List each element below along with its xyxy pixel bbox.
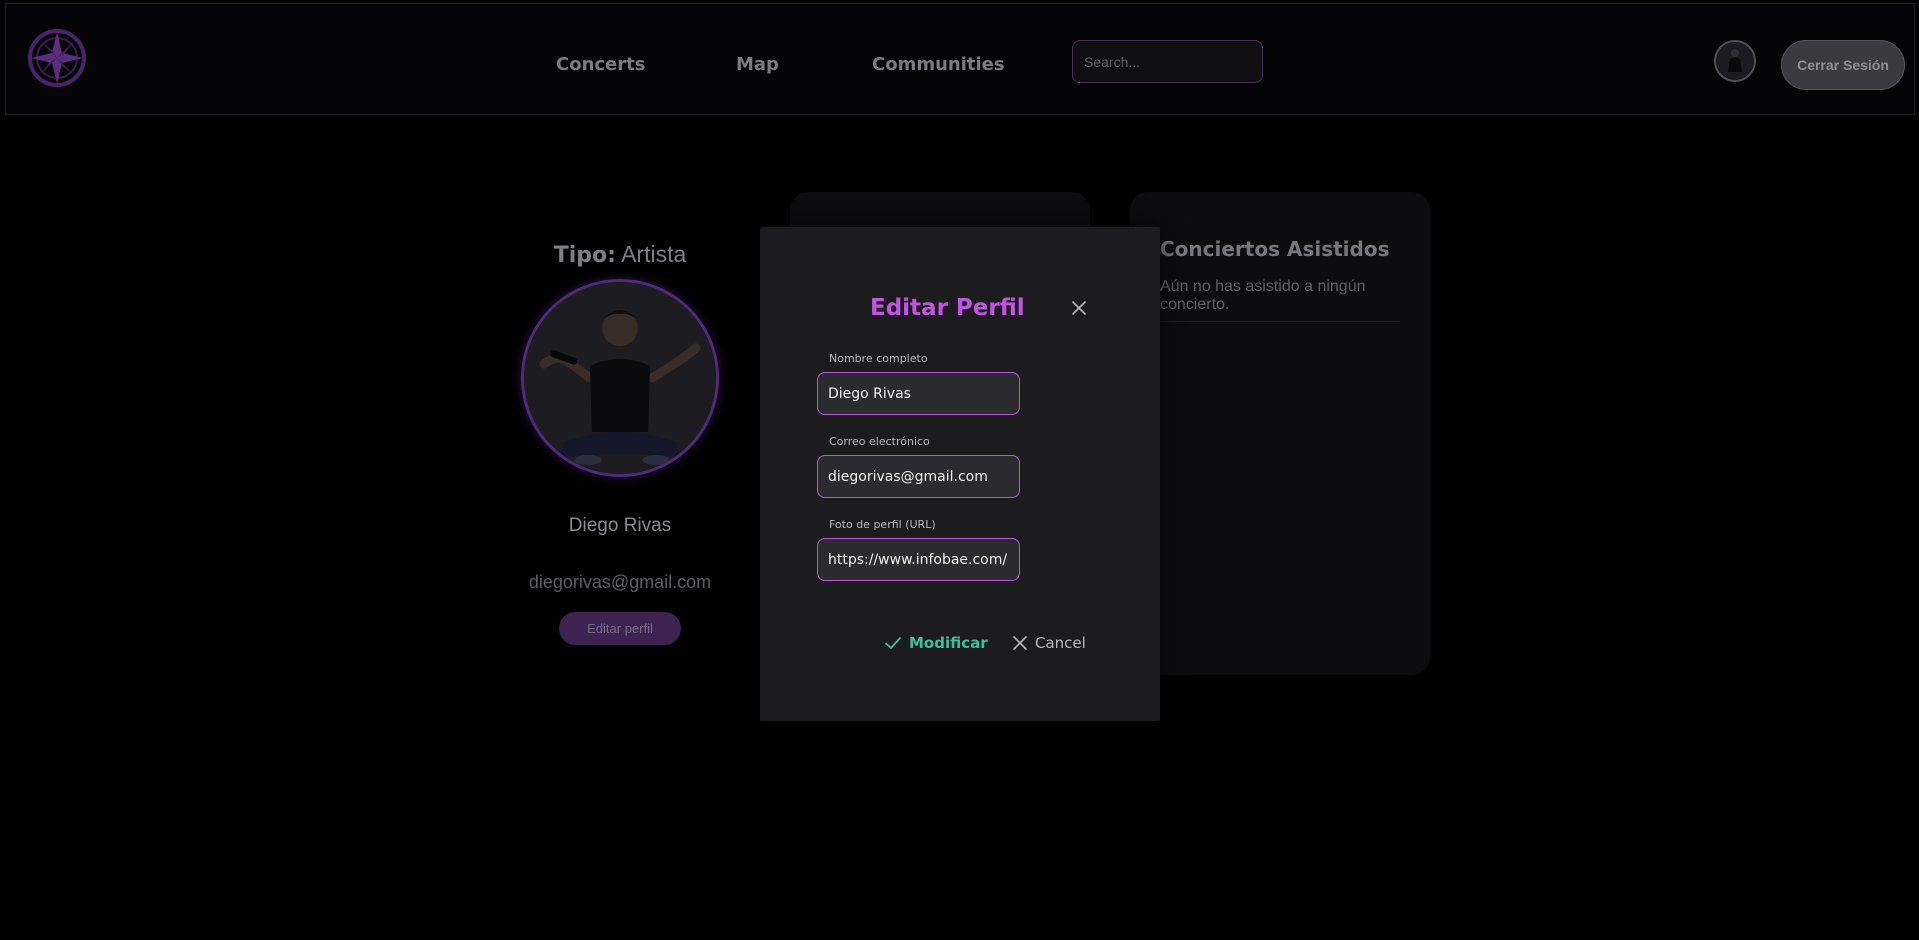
attended-concerts-title: Conciertos Asistidos xyxy=(1160,237,1390,261)
profile-type-value: Artista xyxy=(621,241,687,267)
logout-button[interactable]: Cerrar Sesión xyxy=(1781,40,1905,90)
nav-link-concerts[interactable]: Concerts xyxy=(556,54,645,75)
photo-url-field[interactable] xyxy=(817,538,1020,581)
modify-button[interactable]: Modificar xyxy=(884,630,988,656)
close-icon xyxy=(1012,635,1028,651)
close-icon[interactable] xyxy=(1069,298,1089,318)
photo-url-label: Foto de perfil (URL) xyxy=(829,518,936,531)
cancel-button[interactable]: Cancel xyxy=(1012,630,1086,656)
profile-name: Diego Rivas xyxy=(568,515,672,536)
edit-profile-modal: Editar Perfil Nombre completo Correo ele… xyxy=(760,227,1160,721)
edit-profile-button[interactable]: Editar perfil xyxy=(559,612,681,645)
avatar[interactable] xyxy=(1714,40,1756,82)
artist-photo-icon xyxy=(524,282,716,474)
profile-email: diegorivas@gmail.com xyxy=(528,572,712,592)
attended-concerts-empty-message: Aún no has asistido a ningún concierto. xyxy=(1160,278,1366,313)
modify-button-label: Modificar xyxy=(909,634,988,652)
profile-type: Tipo: Artista xyxy=(520,241,720,268)
divider xyxy=(1160,321,1400,322)
compass-logo-icon[interactable] xyxy=(27,28,87,88)
user-avatar-icon xyxy=(1716,42,1754,80)
nav-link-map[interactable]: Map xyxy=(736,54,779,75)
profile-type-label: Tipo: xyxy=(553,243,616,268)
nav-link-communities[interactable]: Communities xyxy=(872,54,1005,75)
email-field[interactable] xyxy=(817,455,1020,498)
profile-photo xyxy=(521,279,719,477)
modal-title: Editar Perfil xyxy=(870,295,1025,321)
full-name-label: Nombre completo xyxy=(829,352,928,365)
full-name-field[interactable] xyxy=(817,372,1020,415)
search-input[interactable] xyxy=(1072,40,1263,83)
cancel-button-label: Cancel xyxy=(1035,634,1086,652)
attended-concerts-card xyxy=(1130,192,1430,675)
email-label: Correo electrónico xyxy=(829,435,930,448)
check-icon xyxy=(884,634,902,652)
navbar: Concerts Map Communities Cerrar Sesión xyxy=(5,3,1915,115)
